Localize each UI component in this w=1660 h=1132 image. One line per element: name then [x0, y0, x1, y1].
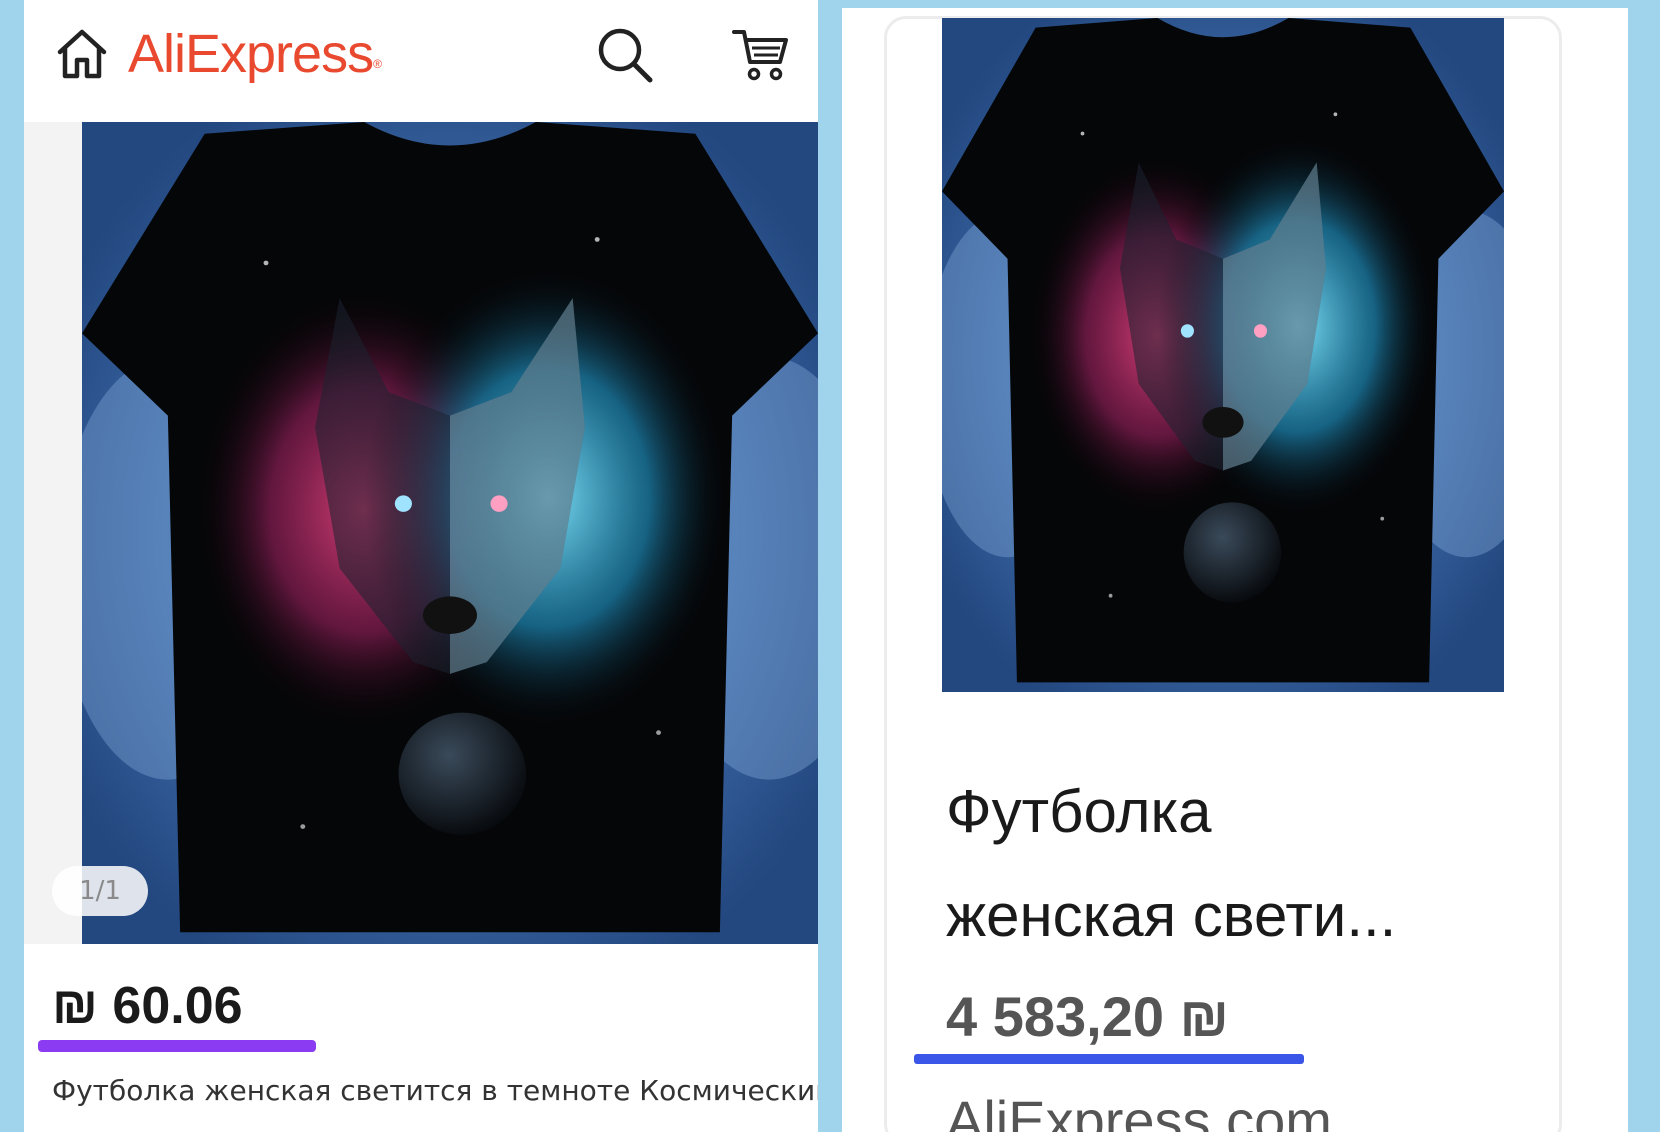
title-line: женская свети... [946, 882, 1397, 949]
wolf-galaxy-tshirt-image [82, 122, 818, 944]
product-image[interactable] [82, 122, 818, 944]
product-thumbnail[interactable] [942, 18, 1504, 692]
logo-text: AliExpress [128, 24, 374, 84]
previous-image-strip[interactable] [24, 122, 82, 944]
product-title[interactable]: Футболка женская свети... [946, 760, 1506, 968]
price-highlight-underline [38, 1040, 316, 1052]
app-header: AliExpress® [24, 0, 818, 120]
title-line: Футболка [946, 778, 1212, 845]
product-title[interactable]: Футболка женская светится в темноте Косм… [52, 1074, 818, 1107]
logo-registered-mark: ® [373, 57, 382, 71]
aliexpress-logo[interactable]: AliExpress® [128, 22, 382, 86]
home-icon[interactable] [54, 26, 110, 82]
wolf-galaxy-tshirt-image [942, 18, 1504, 692]
product-price: 4 583,20 ₪ [946, 985, 1230, 1048]
source-domain: AliExpress.com [946, 1089, 1332, 1132]
price-highlight-underline [914, 1054, 1304, 1064]
search-result-card-screen: Футболка женская свети... 4 583,20 ₪ Ali… [842, 8, 1628, 1132]
cart-icon[interactable] [730, 24, 790, 84]
image-counter-badge: 1/1 [52, 866, 148, 916]
search-icon[interactable] [594, 24, 656, 86]
product-price: ₪ 60.06 [52, 977, 243, 1035]
aliexpress-app-screen: AliExpress® 1/1 ₪ 60.06 Футболка женская… [24, 0, 818, 1132]
